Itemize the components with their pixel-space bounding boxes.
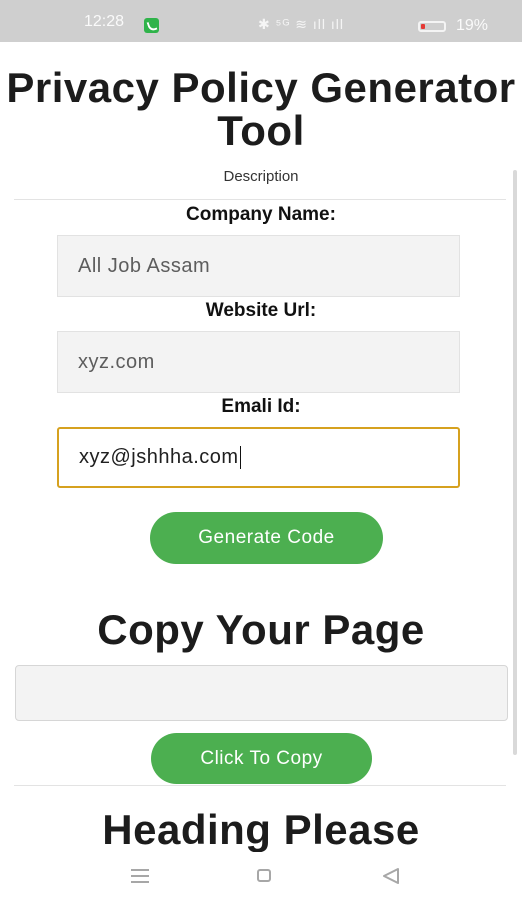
scrollbar[interactable] [513, 170, 517, 755]
battery-icon [418, 21, 446, 32]
copy-output-field[interactable] [15, 665, 508, 721]
status-bar: 12:28 ✱ ⁵ᴳ ≋ ıll ıll 19% [0, 0, 522, 42]
back-icon[interactable] [381, 867, 401, 885]
email-id-input[interactable]: xyz@jshhha.com [57, 427, 460, 488]
copy-section-heading: Copy Your Page [97, 606, 425, 653]
phone-call-icon [144, 18, 159, 33]
page-description: Description [223, 168, 299, 185]
website-url-value: xyz.com [78, 350, 155, 373]
next-section-heading: Heading Please [102, 806, 420, 853]
company-name-input[interactable]: All Job Assam [57, 235, 460, 297]
email-id-label: Emali Id: [221, 396, 301, 417]
menu-icon[interactable] [131, 869, 151, 883]
divider [14, 199, 506, 200]
website-url-label: Website Url: [205, 300, 317, 321]
status-icons: ✱ ⁵ᴳ ≋ ıll ıll [258, 16, 344, 32]
battery-percent: 19% [456, 17, 489, 34]
company-name-value: All Job Assam [78, 254, 211, 277]
status-time: 12:28 [84, 13, 125, 30]
website-url-input[interactable]: xyz.com [57, 331, 460, 393]
page-title: Privacy Policy Generator Tool [6, 64, 516, 154]
navigation-bar [0, 852, 522, 900]
company-name-label: Company Name: [186, 204, 336, 225]
generate-code-button[interactable]: Generate Code [150, 512, 383, 564]
email-id-value: xyz@jshhha.com [79, 446, 239, 468]
click-to-copy-button[interactable]: Click To Copy [151, 733, 372, 784]
home-icon[interactable] [257, 869, 271, 882]
text-cursor [239, 446, 241, 469]
divider [14, 785, 506, 786]
battery-fill [421, 24, 425, 29]
